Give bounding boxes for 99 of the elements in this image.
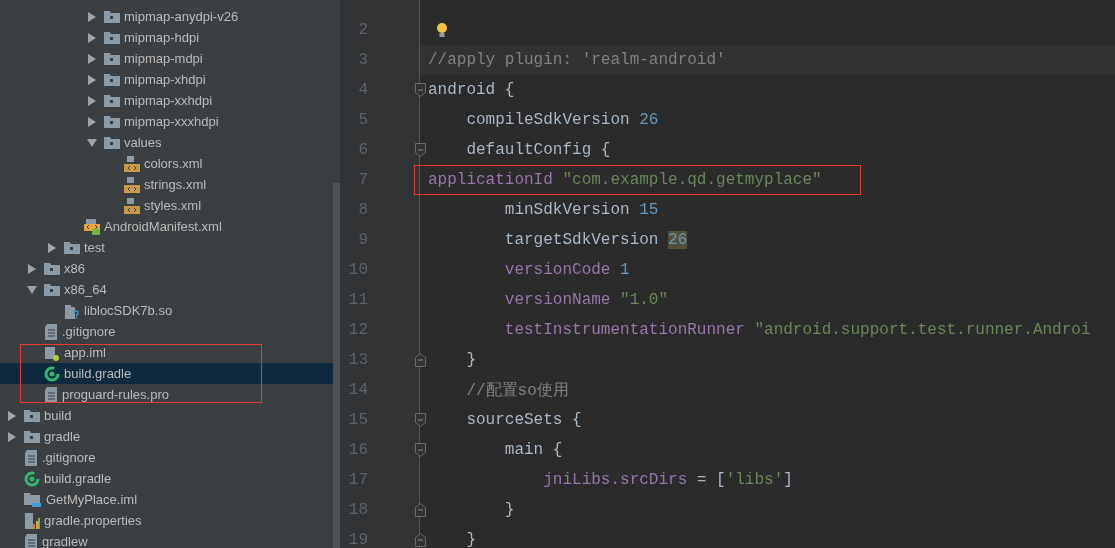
code-token: minSdkVersion: [503, 201, 631, 219]
fold-marker-icon[interactable]: [415, 413, 426, 427]
folder-icon: [104, 94, 120, 107]
tree-item[interactable]: gradle: [0, 426, 333, 447]
fold-marker-icon[interactable]: [415, 503, 426, 517]
fold-marker-icon[interactable]: [415, 353, 426, 367]
code-token: }: [465, 351, 476, 369]
tree-item[interactable]: build.gradle: [0, 363, 333, 384]
code-token: 26: [639, 111, 659, 129]
tree-item[interactable]: GetMyPlace.iml: [0, 489, 333, 510]
fold-marker-icon[interactable]: [415, 83, 426, 97]
tree-item[interactable]: app.iml: [0, 342, 333, 363]
xml-file-icon: [124, 197, 140, 214]
code-token: }: [465, 531, 476, 548]
tree-item[interactable]: build.gradle: [0, 468, 333, 489]
module-file-icon: [24, 491, 42, 508]
tree-item[interactable]: .gitignore: [0, 447, 333, 468]
tree-item[interactable]: mipmap-hdpi: [0, 27, 333, 48]
text-file-icon: [24, 449, 38, 466]
code-token: applicationId: [428, 171, 554, 189]
code-token: "1.0": [620, 291, 669, 309]
collapsed-arrow-icon[interactable]: [7, 410, 17, 421]
tree-item[interactable]: liblocSDK7b.so: [0, 300, 333, 321]
tree-item[interactable]: proguard-rules.pro: [0, 384, 333, 405]
code-token: //apply plugin: 'realm-android': [428, 51, 726, 69]
xml-file-icon: [124, 155, 140, 172]
folder-icon: [104, 52, 120, 65]
scrollbar[interactable]: [333, 183, 340, 548]
code-token: ]: [783, 471, 793, 489]
folder-icon: [104, 115, 120, 128]
tree-item[interactable]: AndroidManifest.xml: [0, 216, 333, 237]
code-token: versionCode: [503, 261, 612, 279]
tree-item[interactable]: mipmap-anydpi-v26: [0, 6, 333, 27]
code-token: //配置so使用: [465, 380, 569, 401]
code-token: targetSdkVersion: [503, 231, 660, 249]
manifest-file-icon: [84, 218, 100, 235]
tree-item[interactable]: x86_64: [0, 279, 333, 300]
tree-item[interactable]: mipmap-mdpi: [0, 48, 333, 69]
code-token: jniLibs.srcDirs: [542, 471, 689, 489]
tree-item[interactable]: build: [0, 405, 333, 426]
collapsed-arrow-icon[interactable]: [87, 32, 97, 43]
tree-item[interactable]: mipmap-xxxhdpi: [0, 111, 333, 132]
folder-icon: [104, 31, 120, 44]
tree-item[interactable]: values: [0, 132, 333, 153]
tree-item[interactable]: styles.xml: [0, 195, 333, 216]
tree-item[interactable]: x86: [0, 258, 333, 279]
collapsed-arrow-icon[interactable]: [27, 263, 37, 274]
code-token: compileSdkVersion: [465, 111, 631, 129]
properties-file-icon: [24, 512, 40, 529]
collapsed-arrow-icon[interactable]: [87, 74, 97, 85]
code-token: sourceSets {: [465, 411, 582, 429]
collapsed-arrow-icon[interactable]: [87, 53, 97, 64]
code-token: main {: [503, 441, 563, 459]
code-token: defaultConfig {: [465, 141, 611, 159]
lightbulb-icon[interactable]: [436, 22, 448, 38]
fold-marker-icon[interactable]: [415, 143, 426, 157]
code-token: testInstrumentationRunner: [503, 321, 746, 339]
code-token: 1: [620, 261, 630, 279]
folder-icon: [64, 241, 80, 254]
collapsed-arrow-icon[interactable]: [7, 431, 17, 442]
collapsed-arrow-icon[interactable]: [87, 11, 97, 22]
code-token: "com.example.qd.getmyplace": [562, 171, 822, 189]
code-token: android {: [428, 81, 515, 99]
unknown-file-icon: [64, 302, 80, 319]
tree-item[interactable]: .gitignore: [0, 321, 333, 342]
text-file-icon: [44, 386, 58, 403]
fold-marker-icon[interactable]: [415, 533, 426, 547]
tree-item[interactable]: colors.xml: [0, 153, 333, 174]
tree-item[interactable]: mipmap-xxhdpi: [0, 90, 333, 111]
code-token: 15: [639, 201, 659, 219]
tree-item[interactable]: mipmap-xhdpi: [0, 69, 333, 90]
folder-icon: [44, 283, 60, 296]
expanded-arrow-icon[interactable]: [27, 284, 37, 295]
tree-item[interactable]: test: [0, 237, 333, 258]
text-file-icon: [44, 323, 58, 340]
tree-item[interactable]: gradlew: [0, 531, 333, 548]
collapsed-arrow-icon[interactable]: [47, 242, 57, 253]
expanded-arrow-icon[interactable]: [87, 137, 97, 148]
gradle-file-icon: [24, 470, 40, 487]
code-token: "android.support.test.runner.Androi: [754, 321, 1091, 339]
iml-file-icon: [44, 344, 60, 361]
folder-icon: [44, 262, 60, 275]
code-token: = [: [696, 471, 726, 489]
code-token: }: [503, 501, 515, 519]
code-token: versionName: [503, 291, 612, 309]
collapsed-arrow-icon[interactable]: [87, 95, 97, 106]
folder-icon: [104, 136, 120, 149]
collapsed-arrow-icon[interactable]: [87, 116, 97, 127]
folder-icon: [104, 10, 120, 23]
tree-item[interactable]: gradle.properties: [0, 510, 333, 531]
xml-file-icon: [124, 176, 140, 193]
code-token: 26: [668, 231, 688, 249]
fold-marker-icon[interactable]: [415, 443, 426, 457]
code-token: 'libs': [725, 471, 784, 489]
folder-icon: [24, 430, 40, 443]
tree-item[interactable]: strings.xml: [0, 174, 333, 195]
folder-icon: [104, 73, 120, 86]
folder-icon: [24, 409, 40, 422]
gradle-file-icon: [44, 365, 60, 382]
